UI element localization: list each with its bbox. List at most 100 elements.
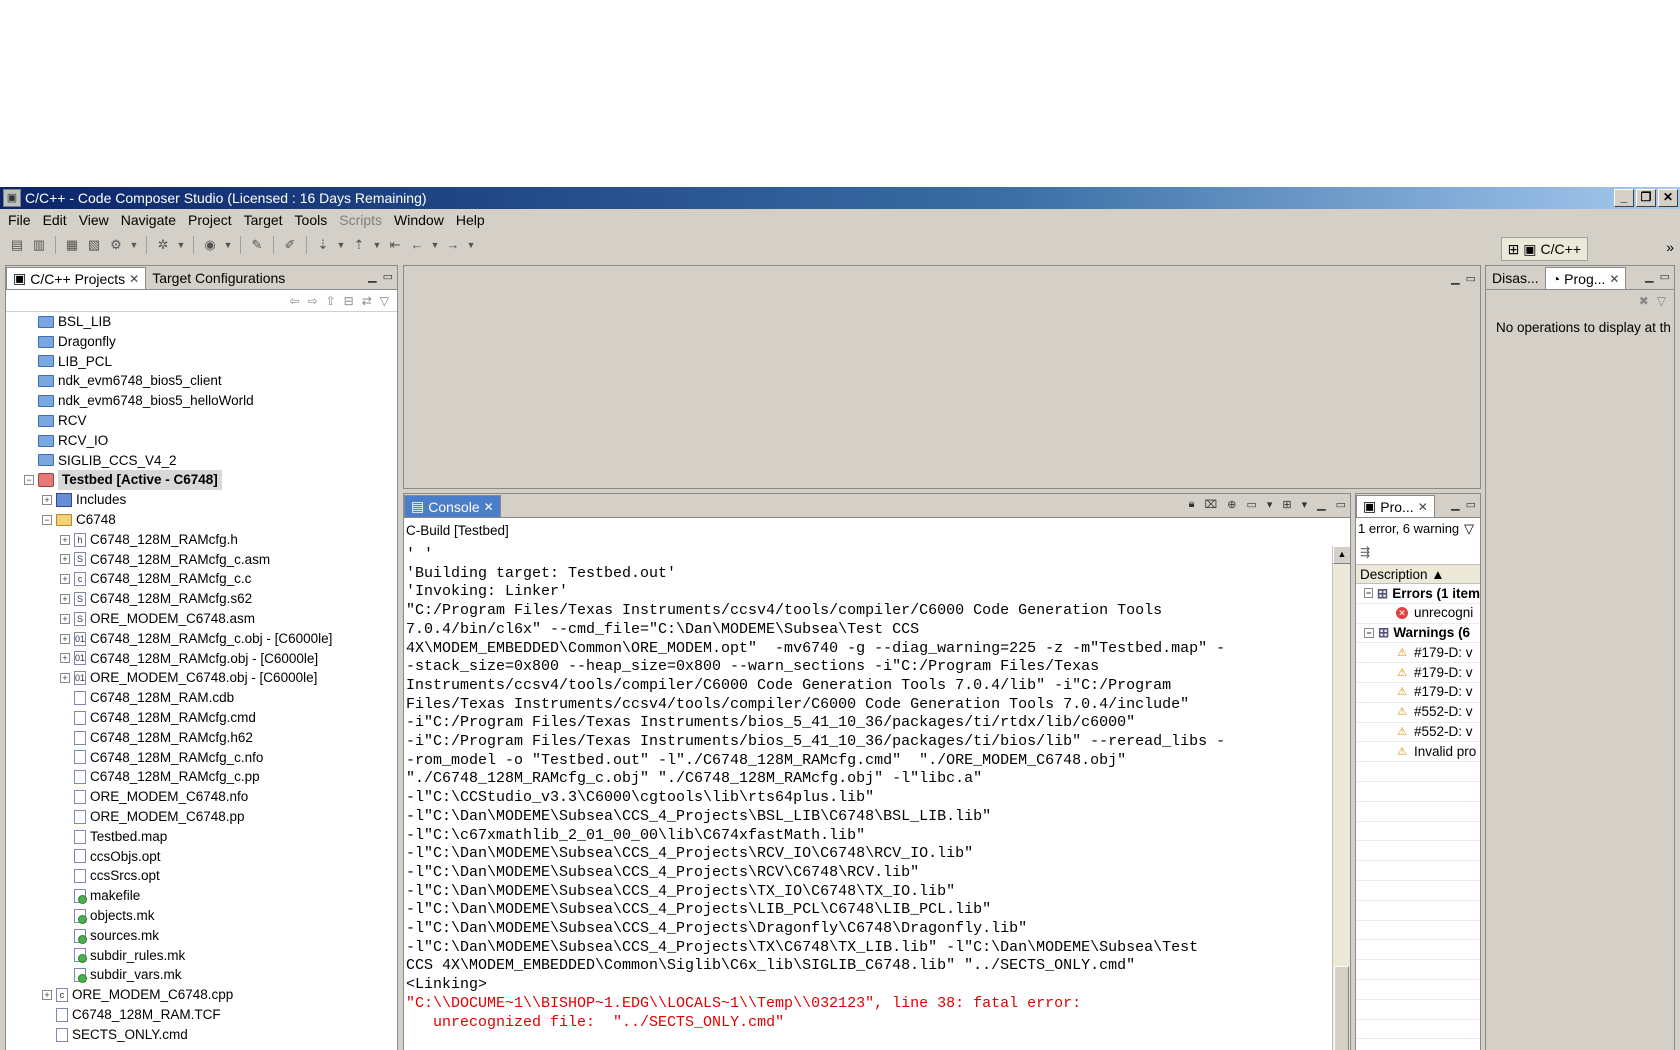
clear-console-icon[interactable]: ⌧ bbox=[1205, 498, 1218, 511]
warnings-group[interactable]: − ⊞ Warnings (6 bbox=[1356, 624, 1480, 644]
problem-item[interactable]: ⚠ #552-D: v bbox=[1356, 723, 1480, 743]
tree-item[interactable]: RCV bbox=[6, 411, 397, 431]
tree-item[interactable]: − C6748 bbox=[6, 510, 397, 530]
tab-console[interactable]: ▤ Console ✕ bbox=[404, 495, 501, 517]
tree-item[interactable]: + c ORE_MODEM_C6748.cpp bbox=[6, 985, 397, 1005]
tree-item[interactable]: + S ORE_MODEM_C6748.asm bbox=[6, 609, 397, 629]
new-project-icon[interactable]: ▦ bbox=[63, 236, 81, 254]
tree-item[interactable]: + h C6748_128M_RAMcfg.h bbox=[6, 530, 397, 550]
expand-icon[interactable]: + bbox=[60, 613, 70, 624]
tree-item[interactable]: subdir_rules.mk bbox=[6, 946, 397, 966]
expand-icon[interactable]: + bbox=[60, 633, 70, 644]
tree-item[interactable]: +01 C6748_128M_RAMcfg.obj - [C6000le] bbox=[6, 649, 397, 669]
expand-icon[interactable]: + bbox=[42, 495, 52, 506]
view-menu-icon[interactable]: ▽ bbox=[1464, 518, 1480, 540]
print-icon[interactable]: ▥ bbox=[30, 236, 48, 254]
chevron-down-icon[interactable]: ▼ bbox=[223, 236, 233, 254]
expand-icon[interactable]: + bbox=[60, 534, 70, 545]
close-icon[interactable]: ✕ bbox=[1418, 500, 1428, 514]
maximize-view-icon[interactable]: ▭ bbox=[1336, 498, 1346, 511]
tab-cpp-projects[interactable]: ▣ C/C++ Projects ✕ bbox=[6, 267, 147, 289]
close-icon[interactable]: ✕ bbox=[1609, 272, 1619, 286]
chevron-down-icon[interactable]: ▼ bbox=[372, 236, 382, 254]
tree-item[interactable]: subdir_vars.mk bbox=[6, 965, 397, 985]
errors-group[interactable]: − ⊞ Errors (1 item bbox=[1356, 584, 1480, 604]
debug-icon[interactable]: ◉ bbox=[201, 236, 219, 254]
open-console-icon[interactable]: ⊞ bbox=[1282, 498, 1291, 511]
tree-item[interactable]: − Testbed [Active - C6748] bbox=[6, 470, 397, 491]
tree-item[interactable]: C6748_128M_RAMcfg_c.pp bbox=[6, 767, 397, 787]
prev-annotation-icon[interactable]: ⇡ bbox=[350, 236, 368, 254]
tree-item[interactable]: SECTS_ONLY.cmd bbox=[6, 1025, 397, 1045]
next-annotation-icon[interactable]: ⇣ bbox=[314, 236, 332, 254]
minimize-view-icon[interactable]: ▁ bbox=[1451, 272, 1459, 285]
collapse-icon[interactable]: − bbox=[24, 475, 34, 486]
maximize-view-icon[interactable]: ▭ bbox=[1466, 498, 1476, 511]
menu-file[interactable]: File bbox=[2, 212, 37, 228]
expand-icon[interactable]: + bbox=[60, 594, 70, 605]
tree-item[interactable]: C6748_128M_RAMcfg.h62 bbox=[6, 728, 397, 748]
problem-item[interactable]: ⚠ Invalid pro bbox=[1356, 742, 1480, 763]
restore-button[interactable]: ❐ bbox=[1636, 189, 1656, 207]
view-menu-icon[interactable]: ▽ bbox=[380, 294, 389, 308]
collapse-icon[interactable]: − bbox=[1364, 627, 1374, 638]
forward-icon[interactable]: → bbox=[444, 236, 462, 254]
tree-item[interactable]: C6748_128M_RAMcfg_c.nfo bbox=[6, 748, 397, 768]
search-icon[interactable]: ✎ bbox=[248, 236, 266, 254]
tab-problems[interactable]: ▣ Pro... ✕ bbox=[1356, 495, 1435, 517]
minimize-view-icon[interactable]: ▁ bbox=[1645, 270, 1653, 283]
problem-item[interactable]: ⚠ #179-D: v bbox=[1356, 643, 1480, 664]
expand-icon[interactable]: + bbox=[60, 554, 70, 565]
remove-all-icon[interactable]: ✖ bbox=[1639, 294, 1649, 308]
description-column-header[interactable]: Description ▲ bbox=[1356, 564, 1480, 584]
problem-item[interactable]: ✕ unrecogni bbox=[1356, 604, 1480, 624]
tree-item[interactable]: objects.mk bbox=[6, 906, 397, 926]
collapse-all-icon[interactable]: ⊟ bbox=[344, 294, 354, 308]
tree-item[interactable]: C6748_128M_RAM.cdb bbox=[6, 688, 397, 708]
tree-item[interactable]: C6748_128M_RAM.TCF bbox=[6, 1005, 397, 1025]
expand-icon[interactable]: + bbox=[60, 673, 70, 684]
pin-icon[interactable]: ✐ bbox=[281, 236, 299, 254]
up-icon[interactable]: ⇧ bbox=[326, 294, 336, 308]
tree-item[interactable]: +01 C6748_128M_RAMcfg_c.obj - [C6000le] bbox=[6, 629, 397, 649]
problem-item[interactable]: ⚠ #179-D: v bbox=[1356, 663, 1480, 683]
view-menu-icon[interactable]: ▽ bbox=[1657, 294, 1666, 308]
collapse-icon[interactable]: − bbox=[1364, 588, 1373, 599]
tree-item[interactable]: ORE_MODEM_C6748.nfo bbox=[6, 787, 397, 807]
menu-tools[interactable]: Tools bbox=[289, 212, 334, 228]
tree-item[interactable]: + S C6748_128M_RAMcfg_c.asm bbox=[6, 550, 397, 570]
scroll-lock-icon[interactable]: 🔒︎ bbox=[1189, 498, 1195, 511]
minimize-view-icon[interactable]: ▁ bbox=[1451, 498, 1459, 511]
chevron-down-icon[interactable]: ▼ bbox=[336, 236, 346, 254]
close-icon[interactable]: ✕ bbox=[129, 272, 139, 286]
scroll-thumb[interactable] bbox=[1334, 966, 1349, 1050]
menu-navigate[interactable]: Navigate bbox=[115, 212, 182, 228]
build-icon[interactable]: ✲ bbox=[154, 236, 172, 254]
tree-item[interactable]: ndk_evm6748_bios5_client bbox=[6, 371, 397, 391]
maximize-view-icon[interactable]: ▭ bbox=[1466, 272, 1476, 285]
tree-item[interactable]: RCV_IO bbox=[6, 431, 397, 451]
tree-item[interactable]: Testbed.map bbox=[6, 827, 397, 847]
back-icon[interactable]: ⇦ bbox=[289, 294, 299, 308]
tree-item[interactable]: + S C6748_128M_RAMcfg.s62 bbox=[6, 589, 397, 609]
tree-item[interactable]: + c C6748_128M_RAMcfg_c.c bbox=[6, 569, 397, 589]
tree-item[interactable]: sources.mk bbox=[6, 926, 397, 946]
back-icon[interactable]: ← bbox=[408, 236, 426, 254]
perspective-label[interactable]: C/C++ bbox=[1541, 241, 1581, 257]
tree-item[interactable]: ccsObjs.opt bbox=[6, 847, 397, 867]
maximize-view-icon[interactable]: ▭ bbox=[1660, 270, 1670, 283]
tree-item[interactable]: ccsSrcs.opt bbox=[6, 866, 397, 886]
tree-item[interactable]: Dragonfly bbox=[6, 332, 397, 352]
scroll-up-icon[interactable]: ▲ bbox=[1333, 546, 1350, 564]
close-icon[interactable]: ✕ bbox=[484, 500, 494, 514]
expand-icon[interactable]: + bbox=[42, 989, 52, 1000]
build-settings-icon[interactable]: ⚙ bbox=[107, 236, 125, 254]
new-file-icon[interactable]: ▧ bbox=[85, 236, 103, 254]
menu-view[interactable]: View bbox=[73, 212, 115, 228]
chevron-down-icon[interactable]: ▼ bbox=[129, 236, 139, 254]
tab-progress[interactable]: ◔ Prog... ✕ bbox=[1544, 267, 1627, 289]
display-console-icon[interactable]: ▭ bbox=[1246, 498, 1256, 511]
problem-item[interactable]: ⚠ #552-D: v bbox=[1356, 703, 1480, 723]
menu-help[interactable]: Help bbox=[450, 212, 491, 228]
forward-icon[interactable]: ⇨ bbox=[308, 294, 318, 308]
